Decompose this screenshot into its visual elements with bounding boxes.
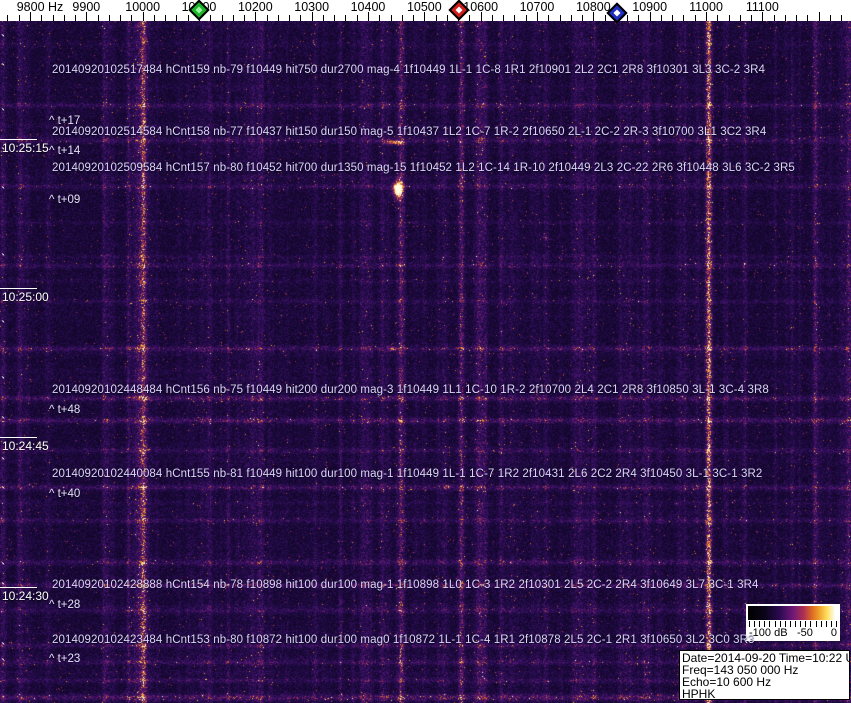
freq-tick	[97, 15, 99, 21]
freq-axis-label: 11100	[745, 0, 779, 14]
freq-tick	[559, 15, 561, 21]
freq-tick	[446, 15, 448, 21]
freq-tick	[289, 15, 291, 21]
frequency-axis: 9800 Hz990010000101001020010300104001050…	[0, 0, 851, 24]
freq-axis-label: 10500	[406, 0, 442, 14]
freq-tick	[277, 15, 279, 21]
freq-tick	[7, 15, 9, 21]
freq-tick	[728, 15, 730, 21]
freq-axis-label: 10800	[575, 0, 611, 14]
freq-tick	[514, 15, 516, 21]
freq-tick	[604, 15, 606, 21]
freq-tick	[717, 15, 719, 21]
freq-tick	[503, 15, 505, 21]
freq-tick	[548, 15, 550, 21]
freq-tick	[491, 15, 493, 21]
freq-axis-label: 10300	[294, 0, 330, 14]
freq-tick	[739, 15, 741, 21]
freq-tick	[784, 15, 786, 21]
freq-tick	[818, 12, 820, 21]
freq-axis-label: 10200	[237, 0, 273, 14]
freq-axis-label: 10900	[632, 0, 668, 14]
freq-tick	[300, 15, 302, 21]
freq-tick	[796, 15, 798, 21]
freq-tick	[120, 15, 122, 21]
freq-tick	[244, 15, 246, 21]
freq-tick	[63, 15, 65, 21]
freq-tick	[525, 15, 527, 21]
red-marker-inner	[455, 6, 463, 14]
freq-tick	[582, 15, 584, 21]
freq-tick	[413, 15, 415, 21]
freq-axis-label: 10000	[125, 0, 161, 14]
freq-tick	[435, 15, 437, 21]
freq-tick	[683, 15, 685, 21]
freq-tick	[221, 15, 223, 21]
freq-tick	[75, 15, 77, 21]
freq-tick	[131, 15, 133, 21]
freq-tick	[187, 15, 189, 21]
freq-tick	[210, 15, 212, 21]
freq-tick	[638, 15, 640, 21]
freq-tick	[469, 15, 471, 21]
freq-tick	[829, 15, 831, 21]
freq-tick	[232, 15, 234, 21]
freq-tick	[627, 15, 629, 21]
freq-axis-label: 11000	[689, 0, 723, 14]
freq-tick	[165, 15, 167, 21]
freq-tick	[322, 15, 324, 21]
freq-tick	[660, 15, 662, 21]
freq-tick	[266, 15, 268, 21]
meteor-spectrogram-window: 9800 Hz990010000101001020010300104001050…	[0, 0, 851, 703]
freq-tick	[379, 15, 381, 21]
freq-tick	[390, 15, 392, 21]
freq-tick	[52, 15, 54, 21]
freq-tick	[401, 15, 403, 21]
freq-tick	[334, 15, 336, 21]
freq-tick	[108, 15, 110, 21]
freq-tick	[345, 15, 347, 21]
freq-axis-label: 10400	[350, 0, 386, 14]
freq-tick	[356, 15, 358, 21]
freq-tick	[18, 15, 20, 21]
spectrogram-canvas[interactable]	[0, 21, 851, 703]
freq-tick	[570, 15, 572, 21]
freq-tick	[807, 15, 809, 21]
green-marker-inner	[195, 6, 203, 14]
freq-axis-label: 9900	[72, 0, 101, 14]
freq-axis-label: 9800 Hz	[16, 0, 64, 14]
freq-tick	[751, 15, 753, 21]
freq-tick	[176, 15, 178, 21]
freq-tick	[153, 15, 155, 21]
freq-tick	[694, 15, 696, 21]
freq-axis-label: 10600	[463, 0, 499, 14]
blue-marker-inner	[613, 9, 621, 17]
freq-tick	[841, 15, 843, 21]
freq-tick	[773, 15, 775, 21]
freq-axis-label: 10700	[519, 0, 555, 14]
freq-tick	[41, 15, 43, 21]
freq-tick	[672, 15, 674, 21]
